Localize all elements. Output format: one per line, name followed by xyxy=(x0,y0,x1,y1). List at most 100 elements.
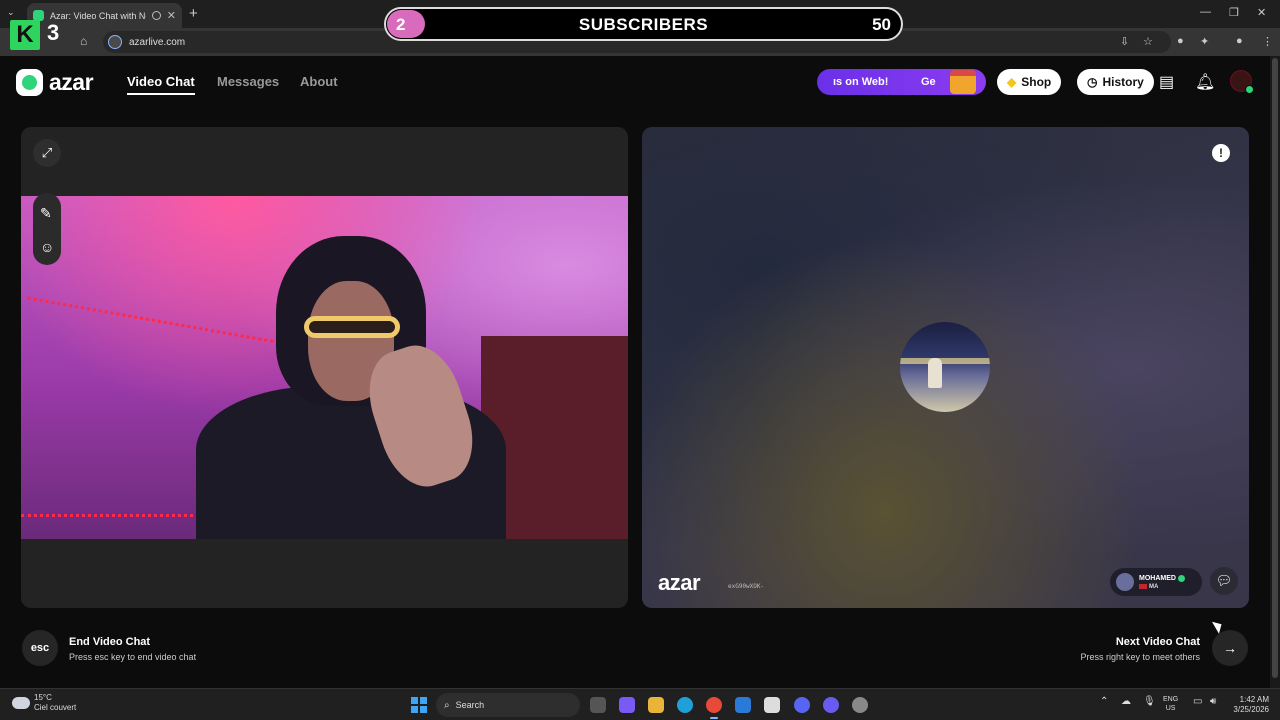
camera-person xyxy=(196,236,506,539)
weather-widget[interactable]: 15°C Ciel couvert xyxy=(12,693,76,713)
clock-icon: ◷ xyxy=(1087,75,1098,89)
chat-bubble-icon[interactable]: 💬︎ xyxy=(1210,567,1238,595)
copilot-icon[interactable] xyxy=(619,697,635,713)
store-icon[interactable]: ▤ xyxy=(1159,72,1174,92)
time: 1:42 AM xyxy=(1239,695,1269,704)
user-avatar[interactable] xyxy=(1230,70,1254,94)
next-chat-hint: Press right key to meet others xyxy=(1080,652,1200,662)
subscribers-goal: 50 xyxy=(872,15,891,34)
nav-about[interactable]: About xyxy=(300,74,338,89)
clock[interactable]: 1:42 AM 3/25/2026 xyxy=(1229,695,1269,715)
site-info-icon[interactable] xyxy=(108,35,122,49)
tray-overflow-icon[interactable]: ⌃ xyxy=(1100,696,1108,707)
promo-banner[interactable]: ıs on Web! Ge xyxy=(817,69,986,95)
next-chat-title: Next Video Chat xyxy=(1115,636,1200,648)
close-window-button[interactable]: ✕ xyxy=(1257,6,1266,19)
windows-start-icon[interactable] xyxy=(411,697,427,713)
my-video-panel: ⤢ ✎ ☺ xyxy=(21,127,628,608)
nav-messages[interactable]: Messages xyxy=(217,74,279,89)
magic-wand-icon[interactable]: ✎ xyxy=(40,205,52,222)
notification-bell-icon[interactable]: 🔔︎ xyxy=(1195,72,1215,92)
azar-logo-icon xyxy=(16,69,43,96)
weather-condition: Ciel couvert xyxy=(34,703,77,712)
flag-icon xyxy=(1139,583,1147,589)
led-lights xyxy=(21,514,211,517)
face-filter-icon[interactable]: ☺ xyxy=(40,239,54,255)
temperature: 15°C xyxy=(34,693,52,702)
promo-tail: Ge xyxy=(921,76,936,88)
browser-menu-icon[interactable]: ⋮ xyxy=(1262,35,1273,48)
camera-tools: ✎ ☺ xyxy=(33,193,61,265)
peer-video-panel: ! azar exG90wXOK- MOHAMED MA 💬︎ xyxy=(642,127,1249,608)
microphone-icon[interactable]: 🎙︎ xyxy=(1143,696,1156,707)
history-label: History xyxy=(1102,75,1144,89)
azar-logo-text: azar xyxy=(49,69,94,95)
restore-button[interactable]: ❐ xyxy=(1229,6,1239,19)
azar-page: azar Video Chat Messages About ıs on Web… xyxy=(0,56,1270,688)
peer-name: MOHAMED xyxy=(1139,574,1176,582)
peer-country: MA xyxy=(1149,584,1159,591)
recording-icon xyxy=(151,11,161,20)
online-status-dot xyxy=(1245,85,1254,94)
chrome-icon[interactable] xyxy=(706,697,722,719)
new-tab-button[interactable]: + xyxy=(189,5,198,22)
volume-icon[interactable]: 🔊︎ xyxy=(1210,696,1216,707)
k-logo: K xyxy=(10,20,40,50)
subscribers-label: SUBSCRIBERS xyxy=(578,15,709,34)
k-count: 3 xyxy=(47,20,60,45)
peer-profile-photo xyxy=(900,322,990,412)
file-explorer-icon[interactable] xyxy=(648,697,664,713)
verified-icon xyxy=(1177,574,1185,582)
display-icon[interactable]: ▭ xyxy=(1193,696,1202,707)
promo-text: ıs on Web! xyxy=(833,76,889,88)
fullscreen-expand-icon[interactable]: ⤢ xyxy=(33,139,61,167)
network-cloud-icon[interactable]: ☁ xyxy=(1121,696,1131,707)
home-icon[interactable]: ⌂ xyxy=(80,34,87,48)
azar-logo[interactable]: azar xyxy=(16,69,94,96)
lang-code: ENG xyxy=(1163,696,1179,703)
store-app-icon[interactable] xyxy=(764,697,780,713)
url-text[interactable]: azarlive.com xyxy=(129,37,185,48)
taskbar: 15°C Ciel couvert ⌕ Search ⌃ ☁ 🎙︎ ENG US… xyxy=(0,688,1280,720)
extension-badge-icon[interactable]: ● xyxy=(1177,35,1184,47)
close-tab-icon[interactable]: ✕ xyxy=(167,9,176,22)
task-view-icon[interactable] xyxy=(590,697,606,713)
shop-label: Shop xyxy=(1021,75,1052,89)
minimize-button[interactable]: — xyxy=(1200,6,1211,18)
bookmark-star-icon[interactable]: ☆ xyxy=(1143,35,1153,48)
date: 3/25/2026 xyxy=(1233,705,1269,714)
app-icon[interactable] xyxy=(823,697,839,713)
obs-icon[interactable] xyxy=(852,697,868,713)
profile-icon[interactable]: ● xyxy=(1236,35,1243,47)
shop-button[interactable]: ◆ Shop xyxy=(997,69,1062,95)
page-scrollbar[interactable] xyxy=(1270,56,1280,688)
search-icon: ⌕ xyxy=(444,699,450,711)
history-button[interactable]: ◷ History xyxy=(1077,69,1154,95)
language-indicator[interactable]: ENG US xyxy=(1163,695,1178,713)
end-chat-title: End Video Chat xyxy=(69,636,151,648)
peer-avatar xyxy=(1116,573,1134,591)
report-icon[interactable]: ! xyxy=(1212,144,1230,162)
search-label: Search xyxy=(455,700,485,710)
end-chat-hint: Press esc key to end video chat xyxy=(69,652,197,662)
treasure-chest-icon xyxy=(950,70,976,94)
install-app-icon[interactable]: ⇩ xyxy=(1120,35,1129,48)
cloud-icon xyxy=(12,697,30,709)
tab-list-icon[interactable]: ⌄ xyxy=(7,7,15,18)
tab-title: Azar: Video Chat with New xyxy=(50,10,146,21)
end-chat-button[interactable]: esc xyxy=(22,630,58,666)
next-chat-button[interactable]: → xyxy=(1212,630,1248,666)
peer-profile-chip[interactable]: MOHAMED MA xyxy=(1110,568,1202,596)
subscribers-bar: 2 SUBSCRIBERS 50 xyxy=(384,7,903,41)
watermark-id: exG90wXOK- xyxy=(728,583,765,590)
taskbar-search[interactable]: ⌕ Search xyxy=(436,693,580,717)
lang-region: US xyxy=(1165,705,1176,712)
azar-watermark: azar xyxy=(658,570,701,595)
mail-icon[interactable] xyxy=(735,697,751,713)
extensions-icon[interactable]: ✦ xyxy=(1200,35,1209,48)
gem-icon: ◆ xyxy=(1007,75,1017,89)
nav-video-chat[interactable]: Video Chat xyxy=(127,74,195,95)
discord-icon[interactable] xyxy=(794,697,810,713)
my-camera-feed xyxy=(21,196,628,539)
edge-icon[interactable] xyxy=(677,697,693,713)
